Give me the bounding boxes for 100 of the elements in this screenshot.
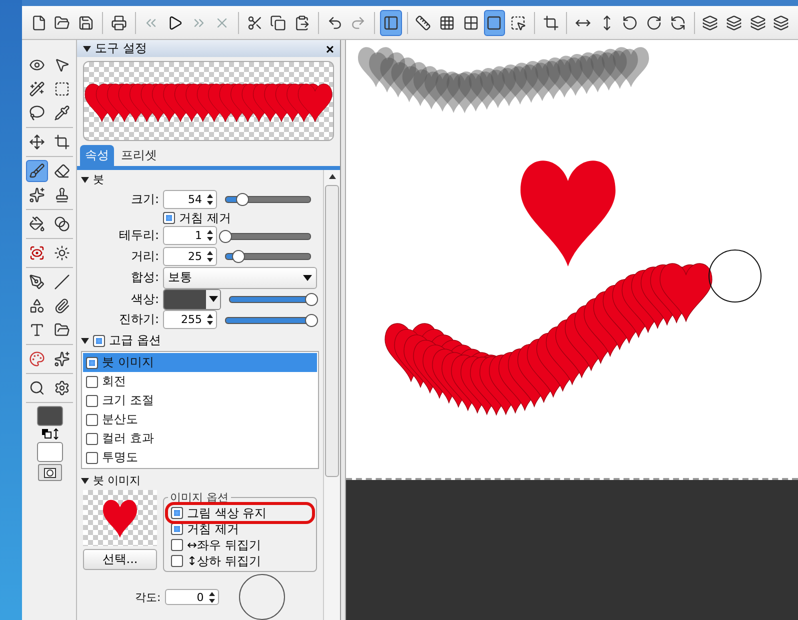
layers-icon xyxy=(773,14,790,30)
spin-arrows-icon[interactable] xyxy=(208,592,215,602)
field-label: 각도: xyxy=(135,590,161,604)
section-title: 붓 이미지 xyxy=(93,473,140,488)
tab[interactable]: 프리셋 xyxy=(116,145,162,166)
highlighted-checkbox[interactable]: 그림 색상 유지 xyxy=(168,505,312,521)
pen-icon xyxy=(29,274,45,290)
text-icon xyxy=(29,322,45,338)
slider-thumb[interactable] xyxy=(236,193,250,206)
undo-icon xyxy=(326,14,343,30)
rotate-180-icon xyxy=(670,14,686,30)
expand-triangle-icon[interactable] xyxy=(83,44,91,52)
crop-icon xyxy=(542,14,559,30)
crop-icon xyxy=(54,134,70,150)
save-icon xyxy=(78,14,94,30)
eraser-icon xyxy=(54,163,70,179)
pointer-icon xyxy=(54,57,70,73)
list-item[interactable]: 회전 xyxy=(83,372,317,391)
list-item[interactable]: 투명도 xyxy=(83,448,317,467)
slider-thumb[interactable] xyxy=(232,250,245,264)
folder-icon xyxy=(54,322,70,338)
checkbox[interactable]: ↔좌우 뒤집기 xyxy=(168,537,312,553)
field-label: 합성: xyxy=(130,269,159,286)
expand-triangle-icon[interactable] xyxy=(81,336,89,344)
checkbox[interactable]: 거침 제거 xyxy=(163,210,317,226)
number-spinner[interactable]: 255 xyxy=(163,310,217,330)
circle-icon xyxy=(44,468,56,478)
search-icon xyxy=(29,380,45,396)
new-file-icon xyxy=(30,14,47,30)
rotate-left-icon xyxy=(622,14,638,30)
list-item[interactable]: 붓 이미지 xyxy=(83,353,317,372)
spin-arrows-icon[interactable] xyxy=(207,250,213,262)
frame-icon xyxy=(486,14,502,30)
number-spinner[interactable]: 1 xyxy=(163,226,217,246)
tab[interactable]: 속성 xyxy=(80,145,114,166)
field-label: 크기: xyxy=(130,190,159,208)
layers-icon xyxy=(750,14,766,30)
rotate-right-icon xyxy=(646,14,662,30)
angle-dial[interactable] xyxy=(238,574,285,620)
redo-icon xyxy=(350,14,366,30)
grid-icon xyxy=(439,14,456,30)
field-label: 테두리: xyxy=(118,227,159,244)
color-picker[interactable] xyxy=(163,288,221,310)
scroll-up-icon[interactable] xyxy=(328,174,336,179)
background-color-swatch[interactable] xyxy=(36,442,62,462)
toolbar-button[interactable] xyxy=(380,10,402,36)
field-label: 진하기: xyxy=(118,311,159,328)
dropdown-arrow-icon[interactable] xyxy=(303,274,312,280)
brush-icon xyxy=(29,163,45,179)
layers-icon xyxy=(702,14,718,30)
number-spinner[interactable]: 54 xyxy=(163,190,217,209)
slider-thumb[interactable] xyxy=(305,314,318,327)
number-spinner[interactable]: 0 xyxy=(164,589,219,605)
select-button[interactable]: 선택... xyxy=(83,549,157,570)
shapes-icon xyxy=(29,298,45,314)
slider-thumb[interactable] xyxy=(305,293,318,306)
eye-icon xyxy=(29,57,45,73)
spin-arrows-icon[interactable] xyxy=(207,314,213,326)
play-icon xyxy=(166,14,183,30)
checkbox[interactable]: 거침 제거 xyxy=(168,521,312,537)
rectangle-select-icon xyxy=(54,81,70,97)
spin-arrows-icon[interactable] xyxy=(207,194,213,205)
scrollbar[interactable] xyxy=(323,170,340,620)
line-icon xyxy=(54,274,70,290)
close-button[interactable]: × xyxy=(326,40,334,56)
list-item[interactable]: 컬러 효과 xyxy=(83,429,317,448)
swap-colors-icon[interactable] xyxy=(40,428,60,440)
eyedropper-icon xyxy=(54,105,70,121)
list-item[interactable]: 분산도 xyxy=(83,410,317,429)
layers-icon xyxy=(726,14,742,30)
paste-icon xyxy=(294,14,310,30)
settings-icon xyxy=(54,380,70,396)
list-item[interactable]: 크기 조절 xyxy=(83,391,317,410)
dropdown[interactable]: 보통 xyxy=(163,266,317,288)
lasso-icon xyxy=(29,105,45,121)
heart-icon xyxy=(103,500,137,538)
section-title: 붓 xyxy=(93,172,104,187)
spin-arrows-icon[interactable] xyxy=(207,230,213,242)
expand-triangle-icon[interactable] xyxy=(81,476,89,484)
expand-triangle-icon[interactable] xyxy=(81,176,89,184)
brush-cursor-circle xyxy=(708,250,762,302)
field-label: 거리: xyxy=(130,248,159,265)
tool-button[interactable] xyxy=(26,160,48,182)
dropdown-arrow-icon[interactable] xyxy=(208,296,218,302)
panel-icon xyxy=(382,14,399,30)
toolbar-button[interactable] xyxy=(484,10,506,36)
foreground-color-swatch[interactable] xyxy=(36,406,62,426)
slider-thumb[interactable] xyxy=(219,230,232,243)
paperclip-icon xyxy=(54,298,70,314)
stamp-icon xyxy=(54,187,70,203)
open-folder-icon xyxy=(54,14,70,30)
paint-bucket-icon xyxy=(29,216,45,232)
checkbox[interactable]: ↕상하 뒤집기 xyxy=(168,553,312,569)
scissors-icon xyxy=(246,14,263,30)
panel-title: 도구 설정 xyxy=(95,40,147,57)
magic-wand-icon xyxy=(29,81,45,97)
mask-button[interactable] xyxy=(38,464,62,481)
sun-icon xyxy=(54,245,70,261)
number-spinner[interactable]: 25 xyxy=(163,246,217,266)
checkbox[interactable]: 고급 옵션 xyxy=(93,332,161,349)
